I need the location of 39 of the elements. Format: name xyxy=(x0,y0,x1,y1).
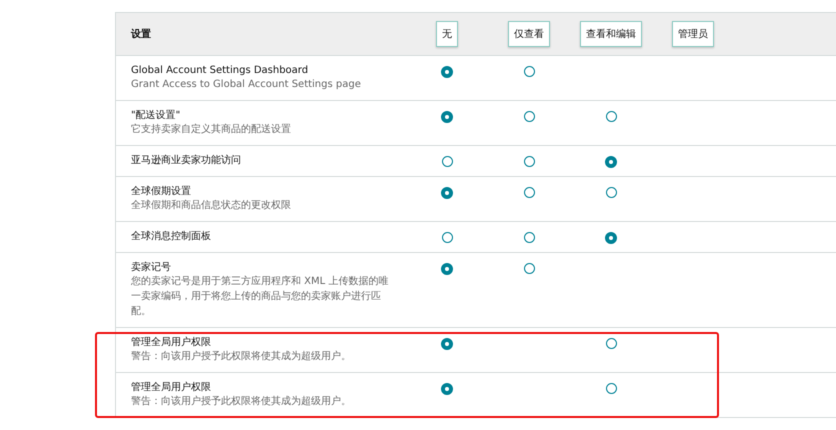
column-button[interactable]: 查看和编辑 xyxy=(580,21,642,47)
radio-button[interactable] xyxy=(606,338,616,349)
radio-button[interactable] xyxy=(606,383,616,394)
setting-description: 警告：向该用户授予此权限将使其成为超级用户。 xyxy=(131,350,352,364)
setting-description: Grant Access to Global Account Settings page xyxy=(131,78,362,92)
column-button[interactable]: 无 xyxy=(436,21,458,47)
setting-title: 全球消息控制面板 xyxy=(131,230,212,243)
setting-title: 全球假期设置 xyxy=(131,185,192,198)
column-button[interactable]: 仅查看 xyxy=(508,21,550,47)
radio-button[interactable] xyxy=(442,156,452,167)
radio-button[interactable] xyxy=(441,383,453,395)
radio-button[interactable] xyxy=(441,263,453,275)
radio-button[interactable] xyxy=(605,156,617,168)
radio-button[interactable] xyxy=(442,232,452,243)
radio-button[interactable] xyxy=(606,187,616,198)
setting-description: 它支持卖家自定义其商品的配送设置 xyxy=(131,122,292,137)
setting-title: 管理全局用户权限 xyxy=(131,336,212,349)
setting-title: "配送设置" xyxy=(131,109,182,122)
setting-title: 管理全局用户权限 xyxy=(131,381,212,394)
setting-title: 亚马逊商业卖家功能访问 xyxy=(131,154,242,167)
setting-title: 卖家记号 xyxy=(131,261,172,274)
radio-button[interactable] xyxy=(524,263,534,274)
setting-title: Global Account Settings Dashboard xyxy=(131,64,310,77)
radio-button[interactable] xyxy=(441,338,453,350)
radio-button[interactable] xyxy=(606,111,616,122)
setting-description: 警告：向该用户授予此权限将使其成为超级用户。 xyxy=(131,394,352,409)
radio-button[interactable] xyxy=(441,187,453,199)
radio-button[interactable] xyxy=(441,66,453,78)
setting-description: 全球假期和商品信息状态的更改权限 xyxy=(131,198,292,213)
radio-button[interactable] xyxy=(524,232,534,243)
radio-button[interactable] xyxy=(524,187,534,198)
radio-button[interactable] xyxy=(441,111,453,123)
radio-button[interactable] xyxy=(605,232,617,244)
radio-button[interactable] xyxy=(524,111,534,122)
radio-button[interactable] xyxy=(524,66,534,77)
column-button[interactable]: 管理员 xyxy=(672,21,714,47)
setting-description: 您的卖家记号是用于第三方应用程序和 XML 上传数据的唯一卖家编码，用于将您上传的商品与您的卖家账户进行匹配。 xyxy=(131,274,389,319)
radio-button[interactable] xyxy=(524,156,534,167)
header-label: 设置 xyxy=(131,28,152,41)
